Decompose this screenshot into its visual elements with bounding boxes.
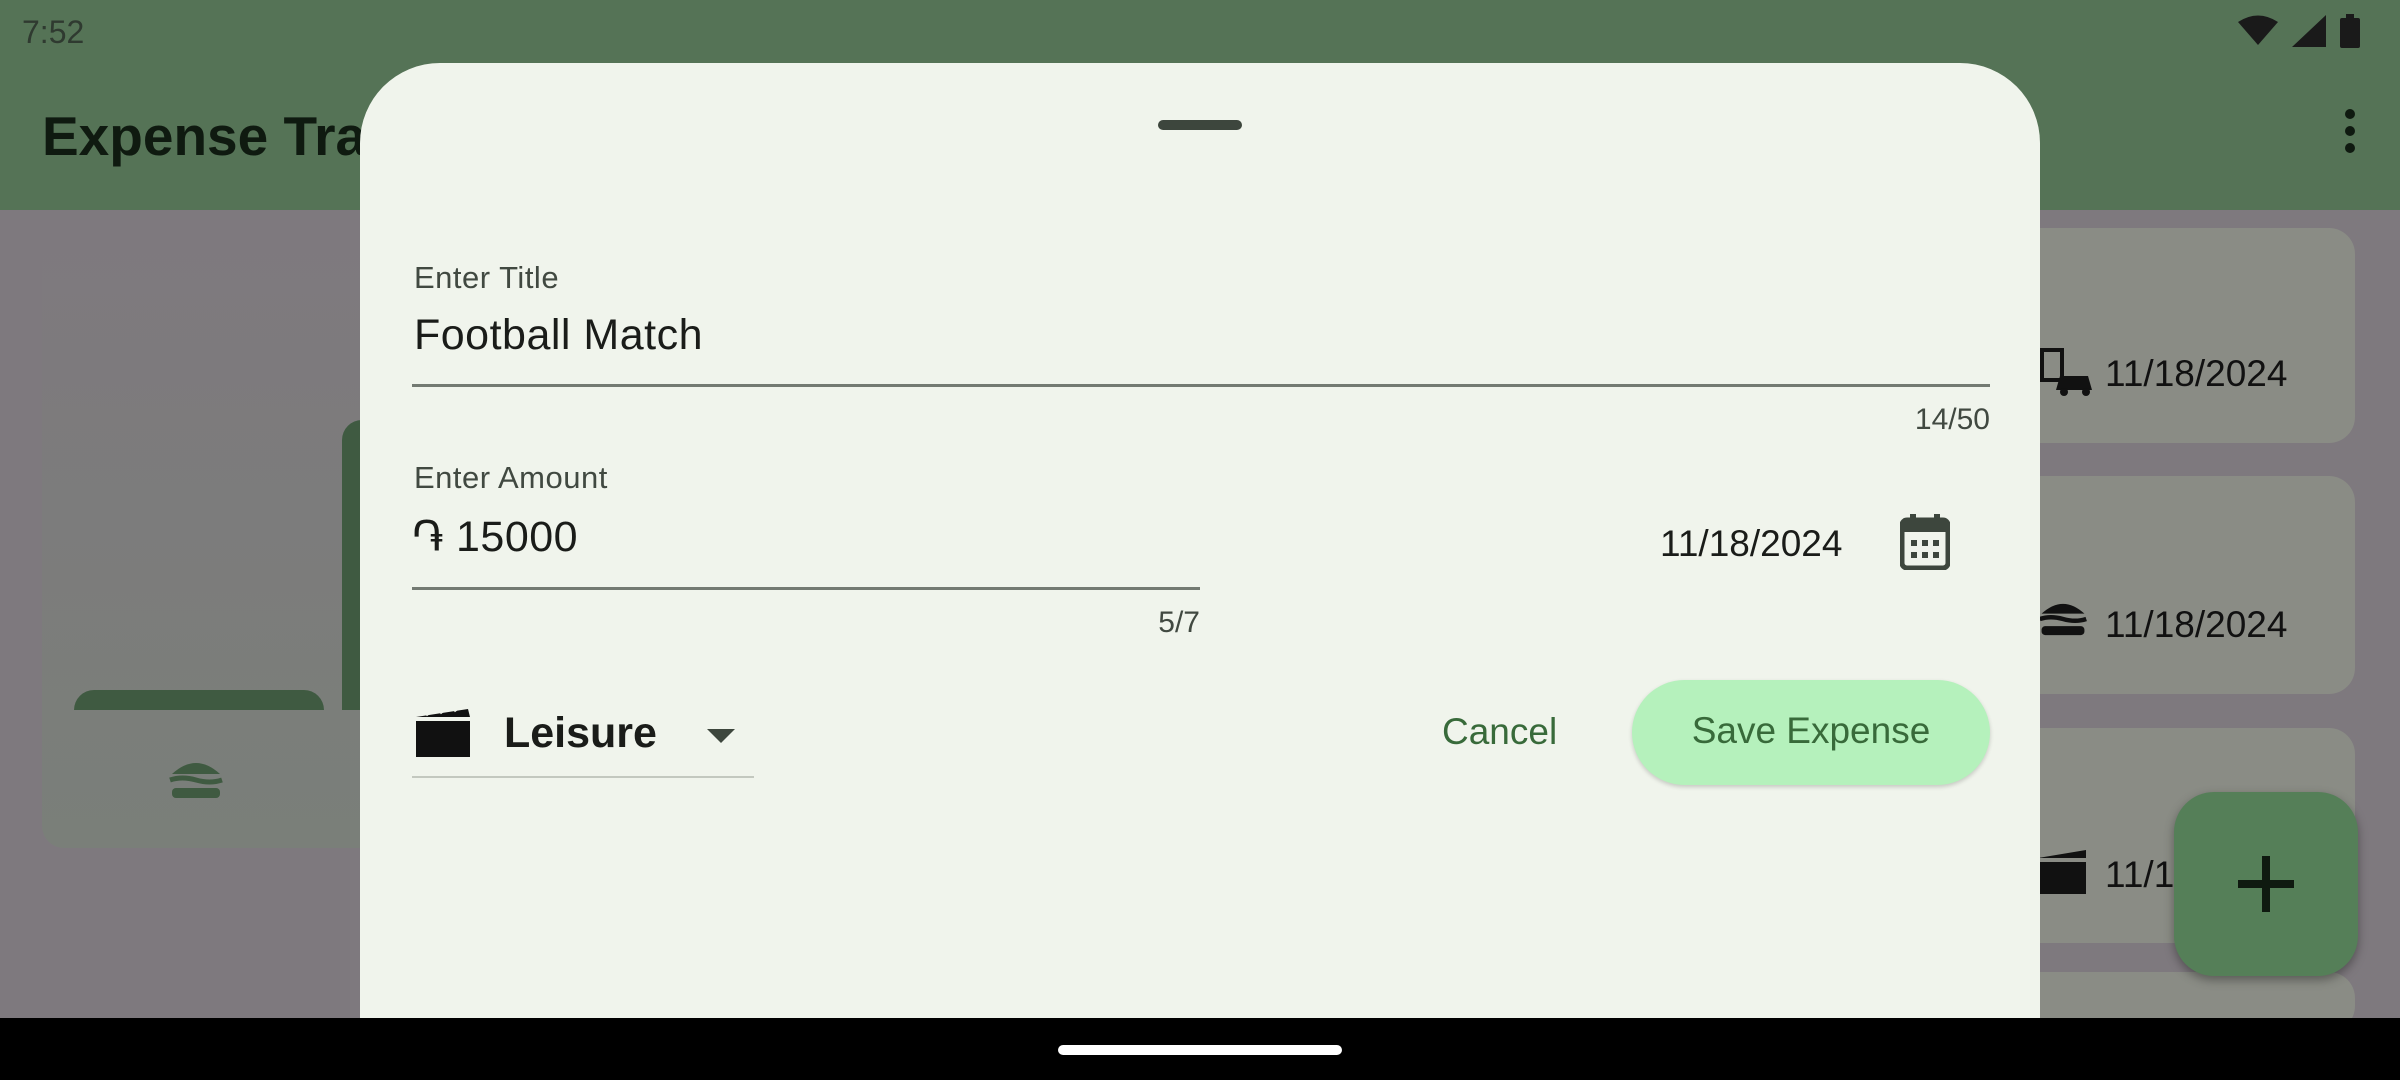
more-vert-icon[interactable] xyxy=(2330,102,2370,172)
new-expense-sheet: Enter Title Football Match 14/50 Enter A… xyxy=(360,63,2040,1018)
status-bar: 7:52 xyxy=(0,0,2400,62)
category-selected: Leisure xyxy=(504,709,657,757)
drag-handle[interactable] xyxy=(1158,120,1242,130)
chart-bar-food xyxy=(74,690,324,710)
wifi-icon xyxy=(2238,15,2278,45)
save-expense-button[interactable]: Save Expense xyxy=(1632,680,1990,785)
category-dropdown[interactable]: Leisure xyxy=(412,693,754,778)
add-expense-button[interactable] xyxy=(2174,792,2358,976)
dropdown-underline xyxy=(412,776,754,778)
title-field-underline xyxy=(412,384,1990,387)
home-gesture-handle[interactable] xyxy=(1058,1045,1342,1055)
currency-prefix: ֏ xyxy=(412,513,445,561)
battery-icon xyxy=(2340,14,2360,48)
amount-field-underline xyxy=(412,587,1200,590)
amount-counter: 5/7 xyxy=(1158,606,1200,639)
save-expense-label: Save Expense xyxy=(1691,710,1931,751)
calendar-icon[interactable] xyxy=(1900,514,1950,570)
amount-field-label: Enter Amount xyxy=(414,460,608,495)
food-icon xyxy=(2039,603,2087,636)
title-input[interactable]: Football Match xyxy=(414,311,703,360)
list-item-date: 11/18/2024 xyxy=(2105,604,2288,645)
food-icon xyxy=(169,763,223,798)
cancel-button[interactable]: Cancel xyxy=(1442,711,1557,753)
expense-list-item[interactable]: 11/18/2024 xyxy=(2010,228,2355,443)
signal-icon xyxy=(2292,15,2326,47)
status-icons xyxy=(2238,14,2360,48)
list-item-date: 11/1 xyxy=(2105,854,2175,895)
navigation-bar xyxy=(0,1018,2400,1080)
expense-list-item[interactable]: 11/18/2024 xyxy=(2010,476,2355,694)
travel-icon xyxy=(2040,348,2092,396)
title-field-label: Enter Title xyxy=(414,260,560,295)
status-time: 7:52 xyxy=(22,14,85,50)
selected-date: 11/18/2024 xyxy=(1660,523,1843,564)
list-item-date: 11/18/2024 xyxy=(2105,353,2288,394)
leisure-icon xyxy=(2038,850,2086,894)
amount-input[interactable]: 15000 xyxy=(456,513,578,562)
movie-icon xyxy=(416,709,470,757)
chevron-down-icon xyxy=(707,729,735,743)
title-counter: 14/50 xyxy=(1914,403,1990,436)
